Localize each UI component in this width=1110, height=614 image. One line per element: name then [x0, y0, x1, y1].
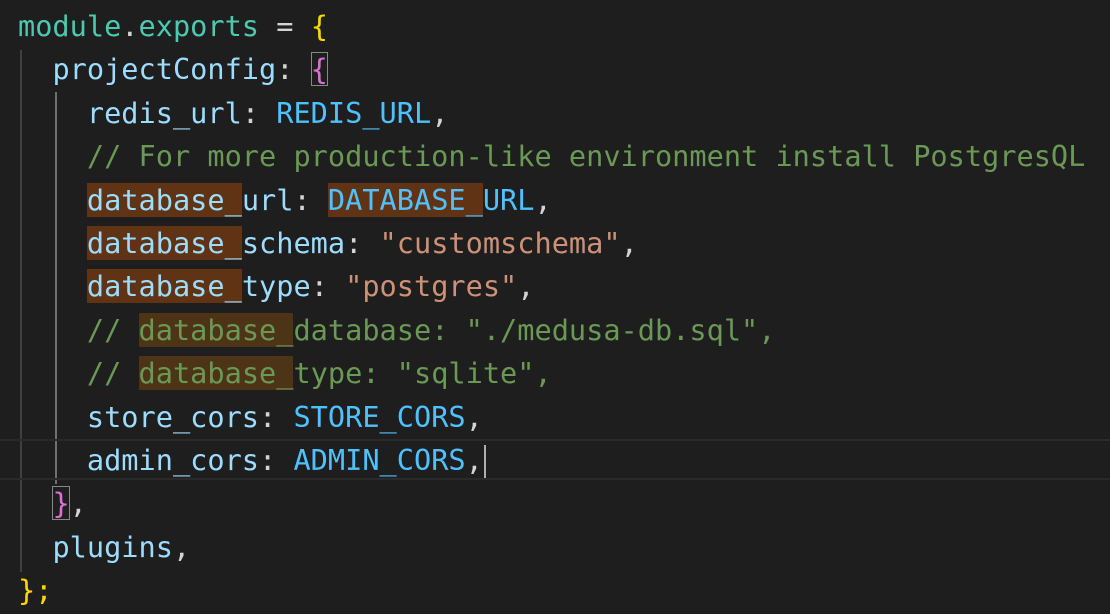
token-comment-rest: database: "./medusa-db.sql",: [293, 312, 776, 347]
text-cursor: [483, 445, 486, 479]
code-line-3[interactable]: redis_url: REDIS_URL,: [18, 92, 449, 135]
token-database-schema-key-highlight: database_: [86, 226, 242, 260]
token-admin-cors-key: admin_cors: [86, 443, 260, 477]
code-line-8[interactable]: // database_database: "./medusa-db.sql",: [18, 309, 776, 352]
code-line-2[interactable]: projectConfig: {: [18, 48, 328, 91]
token-database-url-value-highlight: DATABASE_: [327, 182, 483, 217]
token-redis-url-value: REDIS_URL: [276, 95, 432, 130]
token-config-open-brace: {: [310, 52, 328, 87]
token-equals: =: [276, 9, 294, 43]
code-line-7[interactable]: database_type: "postgres",: [18, 265, 535, 308]
token-module: module: [18, 9, 122, 43]
code-line-10[interactable]: store_cors: STORE_CORS,: [18, 396, 483, 439]
token-database-type-key-highlight: database_: [86, 269, 242, 304]
token-comment-highlight: database_: [138, 312, 294, 347]
token-comment-highlight: database_: [138, 356, 294, 391]
token-plugins-key: plugins: [52, 529, 173, 564]
token-config-close-brace: }: [52, 486, 70, 521]
token-database-type-key-rest: type: [241, 269, 311, 304]
code-editor[interactable]: module.exports = { projectConfig: { redi…: [0, 0, 1110, 614]
token-database-url-value-rest: URL: [482, 182, 535, 217]
token-redis-url-key: redis_url: [86, 95, 242, 130]
token-comment-prefix: //: [86, 356, 139, 391]
token-database-type-value: "postgres": [345, 269, 518, 304]
token-open-brace: {: [310, 9, 328, 43]
token-colon: :: [276, 52, 294, 87]
code-line-12[interactable]: },: [18, 482, 87, 525]
code-line-4[interactable]: // For more production-like environment …: [18, 135, 1085, 178]
token-store-cors-value: STORE_CORS: [293, 399, 466, 434]
code-line-14[interactable]: };: [18, 569, 52, 612]
code-line-6[interactable]: database_schema: "customschema",: [18, 222, 638, 265]
token-store-cors-key: store_cors: [86, 399, 260, 434]
token-comment-prefix: //: [86, 312, 139, 347]
code-line-11-current[interactable]: admin_cors: ADMIN_CORS,: [0, 439, 1110, 482]
token-comment-postgres: // For more production-like environment …: [86, 139, 1086, 174]
token-database-url-key-rest: url: [241, 182, 294, 217]
code-line-5[interactable]: database_url: DATABASE_URL,: [18, 179, 552, 222]
token-dot: .: [121, 9, 139, 43]
code-line-1[interactable]: module.exports = {: [18, 5, 328, 48]
token-exports: exports: [138, 9, 260, 43]
token-admin-cors-value: ADMIN_CORS: [293, 443, 466, 477]
token-database-url-key-highlight: database_: [86, 182, 242, 217]
token-comment-rest: type: "sqlite",: [293, 356, 552, 391]
code-line-13[interactable]: plugins,: [18, 526, 190, 569]
code-line-9[interactable]: // database_type: "sqlite",: [18, 352, 552, 395]
token-project-config-key: projectConfig: [52, 52, 277, 87]
token-database-schema-value: "customschema": [379, 226, 621, 260]
token-database-schema-key-rest: schema: [241, 226, 346, 260]
token-close-brace-statement: };: [18, 573, 53, 608]
